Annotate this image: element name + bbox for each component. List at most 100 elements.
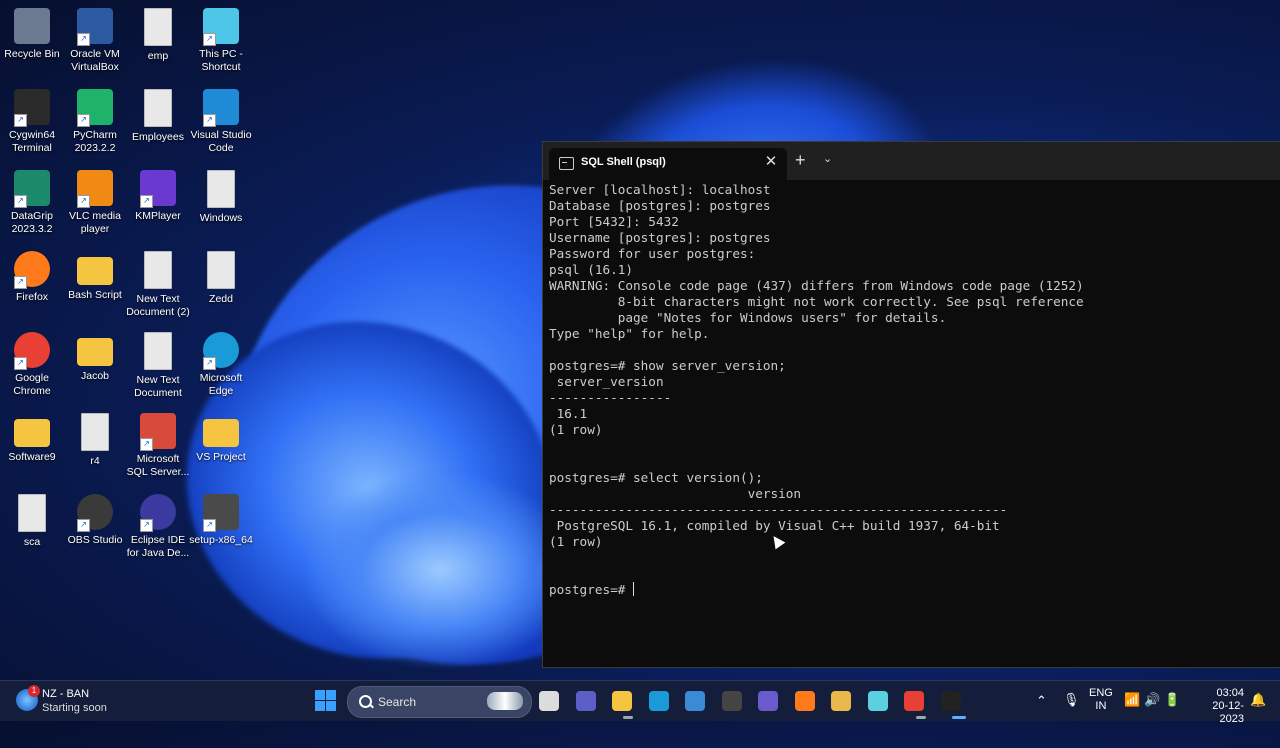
desktop-icon-kmplayer[interactable]: ↗ KMPlayer <box>126 166 190 223</box>
terminal-line: page "Notes for Windows users" for detai… <box>549 310 947 325</box>
desktop-icon-sca[interactable]: sca <box>0 490 64 549</box>
desktop-icon-new-text-document-2[interactable]: New Text Document (2) <box>126 247 190 319</box>
desktop-icon-label: Microsoft Edge <box>199 372 243 397</box>
shortcut-arrow-icon: ↗ <box>14 357 27 370</box>
desktop-icon-visual-studio-code[interactable]: ↗ Visual Studio Code <box>189 85 253 155</box>
sticky-icon[interactable] <box>831 691 851 711</box>
shortcut-arrow-icon: ↗ <box>203 33 216 46</box>
desktop-icon-oracle-vm-virtualbox[interactable]: ↗ Oracle VM VirtualBox <box>63 4 127 74</box>
chrome-icon[interactable] <box>904 691 924 711</box>
datagrip-icon: ↗ <box>14 170 50 208</box>
desktop-icon-recycle-bin[interactable]: Recycle Bin <box>0 4 64 61</box>
desktop-icon-microsoft-edge[interactable]: ↗ Microsoft Edge <box>189 328 253 398</box>
search-icon <box>359 695 372 708</box>
desktop-icon-label: Bash Script <box>68 289 122 301</box>
shortcut-arrow-icon: ↗ <box>140 519 153 532</box>
tab-sql-shell[interactable]: SQL Shell (psql) ✕ <box>549 148 787 180</box>
desktop-icon-employees[interactable]: Employees <box>126 85 190 144</box>
teams-icon[interactable] <box>575 691 596 711</box>
notification-bell-icon[interactable]: 🔔 <box>1250 692 1266 708</box>
windows-logo-icon <box>315 690 325 700</box>
pycharm-icon: ↗ <box>77 89 113 127</box>
terminal-line: Database [postgres]: postgres <box>549 198 771 213</box>
terminal-line: ---------------- <box>549 390 672 405</box>
new-tab-button[interactable]: + <box>795 150 806 171</box>
windows-logo-pane <box>326 690 336 700</box>
desktop-icon-obs-studio[interactable]: ↗ OBS Studio <box>63 490 127 547</box>
chevron-down-icon[interactable]: ⌄ <box>823 152 832 165</box>
terminal-line: 16.1 <box>549 406 588 421</box>
desktop-icon-label: Zedd <box>209 293 233 305</box>
shortcut-arrow-icon: ↗ <box>140 195 153 208</box>
text-cursor <box>633 582 635 596</box>
desktop-icon-label: Eclipse IDE for Java De... <box>126 534 190 559</box>
desktop-icon-emp[interactable]: emp <box>126 4 190 63</box>
terminal-line: Username [postgres]: postgres <box>549 230 771 245</box>
desktop-icon-pycharm-2023-2-2[interactable]: ↗ PyCharm 2023.2.2 <box>63 85 127 155</box>
wifi-icon[interactable]: 📶 <box>1124 692 1140 708</box>
running-indicator <box>952 716 966 719</box>
chrome-icon: ↗ <box>14 332 50 370</box>
running-indicator <box>623 716 633 719</box>
file-explorer-icon[interactable] <box>612 691 632 711</box>
desktop-icon-firefox[interactable]: ↗ Firefox <box>0 247 64 304</box>
firefox-icon[interactable] <box>794 691 815 711</box>
desktop-icon-eclipse-ide-for-java-de[interactable]: ↗ Eclipse IDE for Java De... <box>126 490 190 560</box>
desktop-icon-software9[interactable]: Software9 <box>0 409 64 464</box>
desktop-icon-label: Google Chrome <box>13 372 51 397</box>
desktop-icon-label: Microsoft SQL Server... <box>126 453 190 478</box>
desktop-icon-this-pc-shortcut[interactable]: ↗ This PC - Shortcut <box>189 4 253 74</box>
desktop-icon-r4[interactable]: r4 <box>63 409 127 468</box>
desktop-icon-jacob[interactable]: Jacob <box>63 328 127 383</box>
terminal-output[interactable]: Server [localhost]: localhost Database [p… <box>549 182 1280 667</box>
desktop-icon-microsoft-sql-server[interactable]: ↗ Microsoft SQL Server... <box>126 409 190 479</box>
search-box[interactable]: Search <box>347 686 532 718</box>
volume-icon[interactable]: 🔊 <box>1144 692 1160 708</box>
vs-icon[interactable] <box>758 691 778 711</box>
store-icon[interactable] <box>685 691 705 711</box>
shortcut-arrow-icon: ↗ <box>77 33 90 46</box>
notepad-icon[interactable] <box>867 691 888 711</box>
vlc-icon: ↗ <box>77 170 113 208</box>
notification-badge: 1 <box>28 685 40 697</box>
shortcut-arrow-icon: ↗ <box>14 276 27 289</box>
desktop-icon-new-text-document[interactable]: New Text Document <box>126 328 190 400</box>
shortcut-arrow-icon: ↗ <box>14 114 27 127</box>
app-icon[interactable] <box>721 691 742 711</box>
desktop-icon-google-chrome[interactable]: ↗ Google Chrome <box>0 328 64 398</box>
desktop-icon-label: emp <box>147 50 169 62</box>
desktop-icon-label: VLC media player <box>69 210 121 235</box>
microphone-icon[interactable]: 🎙 <box>1063 692 1080 708</box>
desktop-icon-label: Oracle VM VirtualBox <box>70 48 120 73</box>
battery-icon[interactable]: 🔋 <box>1164 692 1180 708</box>
desktop-icon-setup-x86-64[interactable]: ↗ setup-x86_64 <box>189 490 253 547</box>
clock[interactable]: 03:04 20-12-2023 <box>1200 687 1244 726</box>
desktop-icon-label: sca <box>23 536 41 548</box>
terminal-line: psql (16.1) <box>549 262 634 277</box>
task-view-icon[interactable] <box>539 691 559 711</box>
desktop-icon-zedd[interactable]: Zedd <box>189 247 253 306</box>
language-indicator[interactable]: ENG IN <box>1089 687 1113 713</box>
terminal-icon[interactable] <box>940 691 961 711</box>
desktop-icon-vlc-media-player[interactable]: ↗ VLC media player <box>63 166 127 236</box>
desktop-icon-label: New Text Document (2) <box>126 293 190 318</box>
start-button[interactable] <box>314 689 338 713</box>
close-tab-icon[interactable]: ✕ <box>761 152 781 170</box>
folder-icon <box>77 257 113 285</box>
desktop-icon-datagrip-2023-3-2[interactable]: ↗ DataGrip 2023.3.2 <box>0 166 64 236</box>
terminal-window[interactable]: SQL Shell (psql) ✕ + ⌄ Server [localhost… <box>542 141 1280 668</box>
chevron-up-icon[interactable]: ⌃ <box>1036 693 1047 709</box>
desktop-icon-label: OBS Studio <box>67 534 123 546</box>
recycle-bin-icon <box>14 8 50 44</box>
desktop-icon-cygwin64-terminal[interactable]: ↗ Cygwin64 Terminal <box>0 85 64 155</box>
edge-icon[interactable] <box>648 691 669 711</box>
desktop-icon-windows[interactable]: Windows <box>189 166 253 225</box>
desktop-icon-bash-script[interactable]: Bash Script <box>63 247 127 302</box>
desktop-icon-vs-project[interactable]: VS Project <box>189 409 253 464</box>
file-icon <box>144 251 172 289</box>
shortcut-arrow-icon: ↗ <box>77 114 90 127</box>
installer-icon: ↗ <box>203 494 239 532</box>
